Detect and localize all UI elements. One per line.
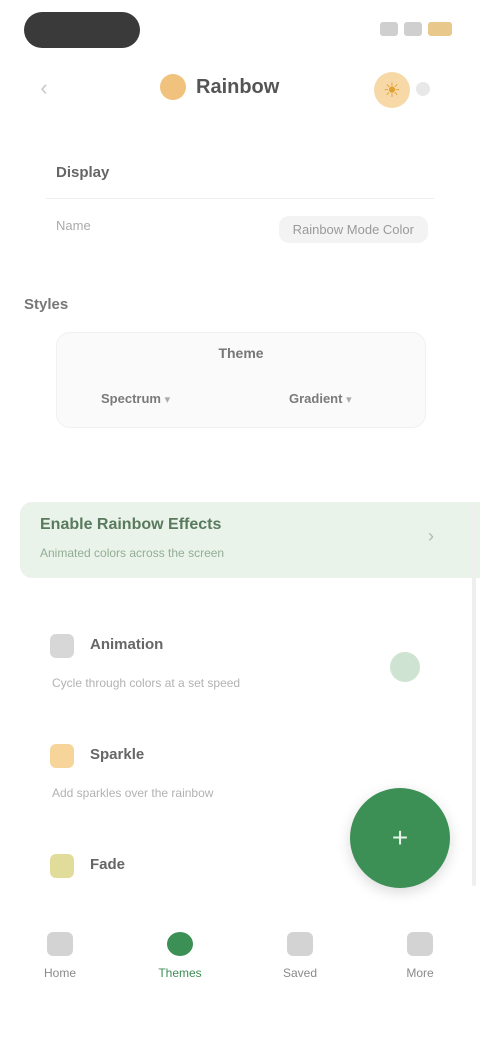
- bookmark-icon: [287, 932, 313, 956]
- nav-label: Home: [43, 966, 76, 980]
- add-button[interactable]: +: [350, 788, 450, 888]
- option-gradient-label: Gradient: [289, 391, 343, 406]
- battery-icon: [428, 22, 452, 36]
- chevron-down-icon: ▾: [164, 394, 171, 406]
- banner-title: Enable Rainbow Effects: [40, 516, 222, 533]
- dynamic-island: [24, 12, 140, 48]
- chevron-down-icon: ▾: [346, 394, 352, 406]
- fade-icon: [50, 854, 74, 878]
- option-spectrum-label: Spectrum: [101, 391, 161, 406]
- title-wrap: Rainbow: [160, 74, 279, 100]
- sparkle-icon: [50, 744, 74, 768]
- option-spectrum[interactable]: Spectrum ▾: [101, 391, 170, 406]
- bottom-nav: Home Themes Saved More: [0, 920, 480, 1000]
- enable-banner[interactable]: Enable Rainbow Effects Animated colors a…: [20, 502, 480, 578]
- rainbow-icon: [160, 74, 186, 100]
- palette-icon: [167, 932, 193, 956]
- nav-home[interactable]: Home: [0, 920, 120, 1000]
- more-icon: [407, 932, 433, 956]
- theme-card: Theme Spectrum ▾ Gradient ▾: [56, 332, 426, 428]
- list-item-title: Fade: [90, 856, 126, 873]
- section-label: Display: [56, 164, 110, 181]
- list-item-desc: Add sparkles over the rainbow: [52, 786, 214, 800]
- chevron-right-icon: ›: [428, 526, 434, 546]
- list-item-title: Sparkle: [90, 746, 145, 763]
- status-icons: [380, 22, 452, 36]
- scrollbar[interactable]: [472, 506, 476, 886]
- name-value-field[interactable]: Rainbow Mode Color: [278, 216, 428, 243]
- nav-more[interactable]: More: [360, 920, 480, 1000]
- nav-label: More: [406, 966, 434, 980]
- plus-icon: +: [391, 822, 409, 853]
- wifi-icon: [404, 22, 422, 36]
- sun-icon: ☀: [383, 79, 401, 102]
- styles-label: Styles: [24, 296, 69, 313]
- toggle[interactable]: [390, 652, 420, 682]
- option-gradient[interactable]: Gradient ▾: [289, 391, 352, 406]
- nav-label: Saved: [282, 966, 318, 980]
- back-button[interactable]: ‹: [30, 74, 58, 102]
- nav-themes[interactable]: Themes: [120, 920, 240, 1000]
- list-item-title: Animation: [90, 636, 164, 653]
- display-section: Display Name Rainbow Mode Color: [0, 150, 480, 260]
- signal-icon: [380, 22, 398, 36]
- home-icon: [47, 932, 73, 956]
- nav-label: Themes: [158, 966, 202, 980]
- status-bar: [0, 0, 480, 60]
- top-bar: ‹ Rainbow ☀: [0, 60, 480, 116]
- divider: [46, 198, 434, 199]
- nav-saved[interactable]: Saved: [240, 920, 360, 1000]
- sun-button[interactable]: ☀: [374, 72, 410, 108]
- theme-title: Theme: [218, 345, 264, 361]
- banner-subtitle: Animated colors across the screen: [40, 546, 225, 560]
- list-item[interactable]: Animation Cycle through colors at a set …: [46, 630, 446, 720]
- chevron-left-icon: ‹: [40, 75, 48, 100]
- name-label: Name: [56, 218, 91, 233]
- menu-dot-icon[interactable]: [416, 82, 430, 96]
- animation-icon: [50, 634, 74, 658]
- list-item-desc: Cycle through colors at a set speed: [52, 676, 241, 690]
- page-title: Rainbow: [196, 75, 280, 98]
